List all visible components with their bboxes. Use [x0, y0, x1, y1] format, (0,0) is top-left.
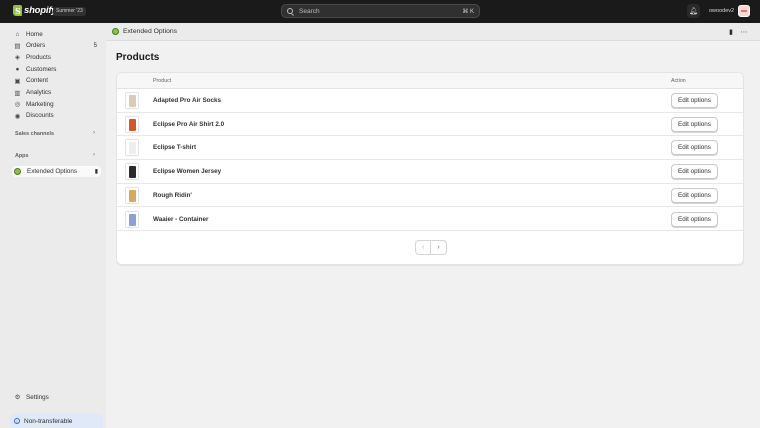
- sidebar-item-marketing[interactable]: ◎ Marketing: [12, 99, 100, 109]
- sidebar-item-orders[interactable]: ▤ Orders 5: [12, 41, 100, 51]
- sidebar-item-extended-options[interactable]: Extended Options ▮: [12, 166, 101, 177]
- main-content: Extended Options ▮ ⋯ Products Product Ac…: [106, 23, 760, 428]
- marketing-icon: ◎: [14, 101, 21, 109]
- non-transferable-label: Non-transferable: [24, 417, 73, 425]
- product-image: [129, 166, 136, 179]
- discounts-icon: ◉: [14, 112, 21, 120]
- sidebar-item-label: Analytics: [26, 89, 52, 96]
- extended-options-app-icon: [14, 168, 21, 175]
- pin-icon[interactable]: ▮: [95, 168, 98, 175]
- sidebar-item-label: Home: [26, 30, 43, 38]
- product-image: [129, 213, 136, 226]
- sidebar-item-label: Customers: [26, 65, 57, 73]
- top-bar: shopify Summer '23 Search ⌘ K 🔔︎ owoodev…: [0, 0, 760, 23]
- sidebar-item-content[interactable]: ▣ Content: [12, 76, 100, 86]
- app-header: Extended Options ▮ ⋯: [106, 23, 760, 41]
- table-row: Eclipse T-shirt Edit options: [117, 136, 743, 161]
- more-actions-button[interactable]: ⋯: [739, 27, 749, 37]
- product-thumbnail: [125, 92, 139, 109]
- extended-options-app-icon: [112, 28, 119, 35]
- page-title: Products: [116, 52, 160, 63]
- sidebar-item-label: Discounts: [26, 112, 54, 120]
- orders-count-badge: 5: [93, 42, 97, 49]
- next-page-button[interactable]: ›: [431, 240, 447, 255]
- edit-options-button[interactable]: Edit options: [671, 93, 718, 108]
- product-image: [129, 95, 136, 107]
- product-thumbnail: [125, 163, 139, 181]
- shopify-logo[interactable]: shopify: [13, 5, 57, 16]
- store-name[interactable]: owoodev2: [709, 8, 734, 14]
- product-name[interactable]: Eclipse T-shirt: [153, 144, 196, 151]
- sidebar-item-label: Content: [26, 77, 49, 85]
- sales-channels-label[interactable]: Sales channels: [15, 131, 54, 137]
- product-name[interactable]: Waaier - Container: [153, 216, 208, 223]
- sidebar-item-customers[interactable]: ● Customers: [12, 64, 100, 74]
- sidebar-item-settings[interactable]: ⚙ Settings: [12, 392, 100, 402]
- column-header-product: Product: [153, 78, 172, 84]
- apps-chevron-icon[interactable]: ›: [93, 152, 95, 158]
- product-name[interactable]: Eclipse Pro Air Shirt 2.0: [153, 121, 224, 128]
- product-name[interactable]: Rough Ridin': [153, 192, 192, 199]
- table-row: Eclipse Women Jersey Edit options: [117, 160, 743, 184]
- sidebar-item-label: Settings: [26, 393, 49, 401]
- edit-options-button[interactable]: Edit options: [671, 116, 718, 132]
- notifications-button[interactable]: 🔔︎: [687, 4, 700, 18]
- search-icon: [287, 8, 293, 14]
- sidebar-item-products[interactable]: ◈ Products: [12, 52, 100, 62]
- search-shortcut: ⌘ K: [462, 8, 474, 15]
- search-input[interactable]: Search ⌘ K: [281, 4, 480, 18]
- customers-icon: ●: [15, 65, 20, 73]
- orders-icon: ▤: [14, 42, 21, 50]
- product-name[interactable]: Eclipse Women Jersey: [153, 168, 221, 175]
- sidebar-item-label: Extended Options: [27, 168, 78, 175]
- previous-page-button[interactable]: ‹: [415, 240, 431, 255]
- product-image: [129, 142, 136, 155]
- pin-app-button[interactable]: ▮: [726, 27, 736, 37]
- brand-name: shopify: [24, 5, 57, 16]
- product-thumbnail: [125, 139, 139, 157]
- edit-options-button[interactable]: Edit options: [671, 140, 718, 156]
- sidebar-item-label: Marketing: [26, 100, 54, 108]
- app-header-title: Extended Options: [123, 28, 178, 35]
- products-icon: ◈: [15, 54, 20, 62]
- sidebar-item-discounts[interactable]: ◉ Discounts: [12, 111, 100, 121]
- sidebar-item-home[interactable]: ⌂ Home: [12, 29, 100, 39]
- sidebar: Sales channels › Apps › Extended Options…: [0, 23, 106, 428]
- table-row: Eclipse Pro Air Shirt 2.0 Edit options: [117, 113, 743, 137]
- analytics-icon: ▥: [14, 89, 21, 97]
- pagination: ‹ ›: [415, 240, 447, 255]
- apps-label[interactable]: Apps: [15, 153, 28, 159]
- non-transferable-banner[interactable]: i Non-transferable: [10, 414, 103, 428]
- edit-options-button[interactable]: Edit options: [671, 164, 718, 180]
- edit-options-button[interactable]: Edit options: [671, 187, 718, 203]
- sales-channels-chevron-icon[interactable]: ›: [93, 130, 95, 136]
- product-thumbnail: [125, 186, 139, 204]
- product-thumbnail: [125, 210, 139, 228]
- bell-icon: 🔔︎: [689, 8, 698, 15]
- sidebar-item-analytics[interactable]: ▥ Analytics: [12, 88, 100, 98]
- products-card: Product Action Adapted Pro Air Socks Edit…: [116, 72, 744, 265]
- shopify-bag-icon: [13, 5, 22, 16]
- content-icon: ▣: [14, 77, 21, 85]
- info-icon: i: [14, 418, 20, 424]
- edit-options-button[interactable]: Edit options: [671, 211, 718, 227]
- gear-icon: ⚙: [14, 394, 21, 401]
- product-thumbnail: [125, 115, 139, 133]
- sidebar-item-label: Products: [26, 53, 51, 61]
- table-header: Product Action: [117, 73, 743, 89]
- store-avatar[interactable]: [738, 5, 750, 17]
- table-row: Waaier - Container Edit options: [117, 208, 743, 232]
- table-row: Adapted Pro Air Socks Edit options: [117, 89, 743, 113]
- edition-badge: Summer '23: [53, 7, 86, 16]
- search-placeholder: Search: [299, 7, 320, 15]
- home-icon: ⌂: [15, 30, 20, 38]
- product-name[interactable]: Adapted Pro Air Socks: [153, 97, 221, 104]
- product-image: [129, 118, 136, 131]
- product-image: [129, 189, 136, 202]
- column-header-action: Action: [671, 78, 686, 84]
- table-row: Rough Ridin' Edit options: [117, 184, 743, 208]
- sidebar-item-label: Orders: [26, 42, 46, 50]
